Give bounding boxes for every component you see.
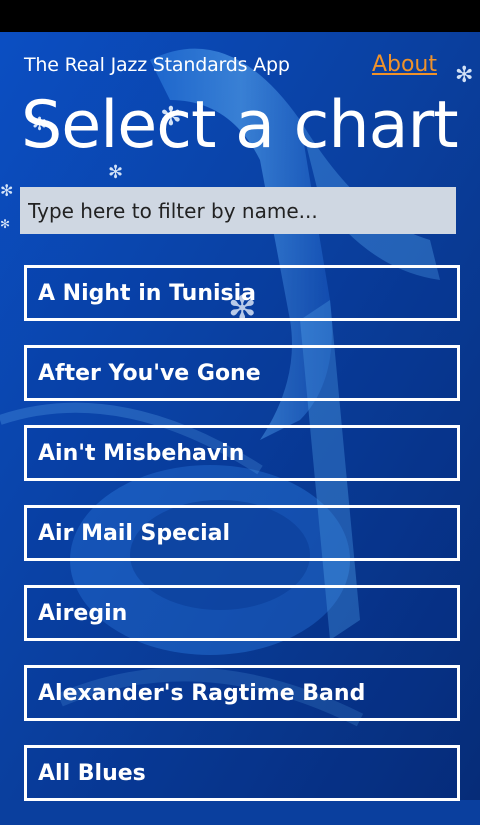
filter-input[interactable] xyxy=(20,187,456,234)
status-bar xyxy=(0,0,480,32)
chart-item[interactable]: Ain't Misbehavin xyxy=(24,425,460,481)
chart-list: A Night in Tunisia After You've Gone Ain… xyxy=(24,265,460,825)
chart-item[interactable]: All Blues xyxy=(24,745,460,801)
chart-item[interactable]: Air Mail Special xyxy=(24,505,460,561)
chart-item[interactable]: Alexander's Ragtime Band xyxy=(24,665,460,721)
about-link[interactable]: About xyxy=(372,52,437,78)
svg-text:✻: ✻ xyxy=(455,63,473,88)
svg-text:✻: ✻ xyxy=(0,181,13,200)
chart-item[interactable]: Airegin xyxy=(24,585,460,641)
chart-item[interactable]: After You've Gone xyxy=(24,345,460,401)
app-title: The Real Jazz Standards App xyxy=(24,54,290,76)
svg-text:✻: ✻ xyxy=(0,217,10,231)
page-title: Select a chart xyxy=(21,88,459,163)
chart-item[interactable]: A Night in Tunisia xyxy=(24,265,460,321)
